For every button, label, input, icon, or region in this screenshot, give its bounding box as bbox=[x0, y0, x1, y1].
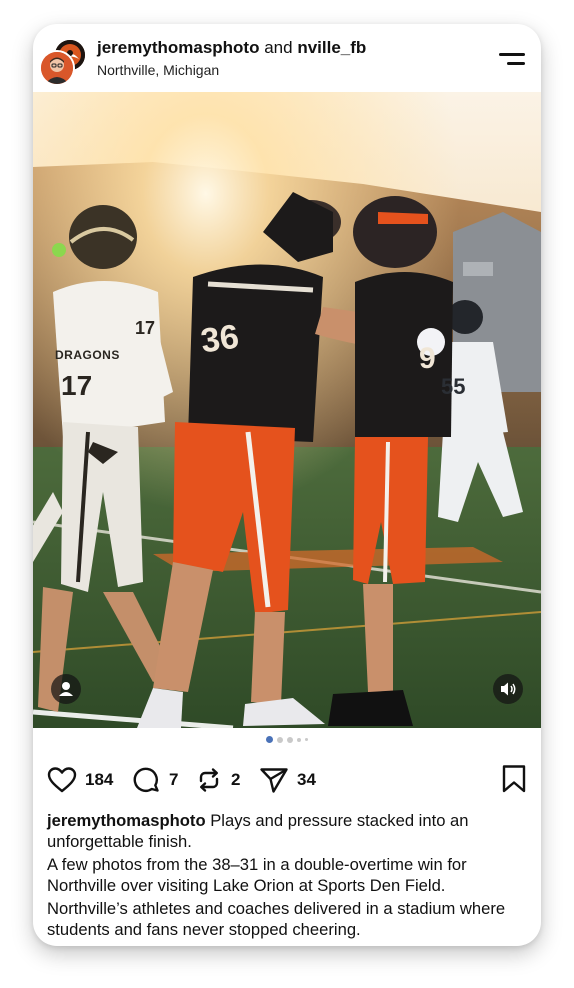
post-location[interactable]: Northville, Michigan bbox=[97, 62, 219, 78]
jersey-number-right: 9 bbox=[419, 342, 436, 375]
share-count[interactable]: 34 bbox=[297, 770, 316, 790]
carousel-dot-3[interactable] bbox=[287, 736, 293, 743]
carousel-dot-5[interactable] bbox=[305, 738, 308, 741]
repost-button[interactable]: 2 bbox=[195, 764, 240, 796]
menu-line-top bbox=[499, 53, 525, 56]
comment-button[interactable]: 7 bbox=[133, 764, 178, 796]
repost-count[interactable]: 2 bbox=[231, 770, 240, 790]
carousel-dot-4[interactable] bbox=[297, 737, 301, 742]
menu-icon[interactable] bbox=[497, 48, 525, 70]
post-header: jeremythomasphoto and nville_fb Northvil… bbox=[33, 24, 541, 92]
avatar-group[interactable] bbox=[39, 38, 87, 86]
post-authors: jeremythomasphoto and nville_fb bbox=[97, 38, 366, 58]
caption-line-1: jeremythomasphoto Plays and pressure sta… bbox=[47, 810, 531, 852]
speaker-icon[interactable] bbox=[493, 674, 523, 704]
jersey-number-left-shoulder: 17 bbox=[135, 318, 156, 338]
repost-icon bbox=[199, 768, 219, 792]
post-photo[interactable]: 17 17 DRAGONS 36 9 55 bbox=[33, 92, 541, 728]
caption-username[interactable]: jeremythomasphoto bbox=[47, 811, 206, 830]
like-button[interactable]: 184 bbox=[47, 764, 113, 796]
jersey-number-center: 36 bbox=[198, 317, 242, 361]
comment-count[interactable]: 7 bbox=[169, 770, 178, 790]
avatar-author[interactable] bbox=[39, 50, 75, 86]
send-icon bbox=[260, 768, 288, 793]
jersey-number-background: 55 bbox=[441, 374, 466, 399]
like-count[interactable]: 184 bbox=[85, 770, 113, 790]
jersey-team-text: DRAGONS bbox=[55, 348, 120, 362]
carousel-dot-1[interactable] bbox=[266, 736, 273, 743]
post-card: jeremythomasphoto and nville_fb Northvil… bbox=[33, 24, 541, 946]
bookmark-icon bbox=[502, 765, 526, 793]
carousel-indicator bbox=[33, 736, 541, 748]
jersey-number-left: 17 bbox=[61, 370, 93, 401]
carousel-dot-2[interactable] bbox=[277, 736, 283, 743]
menu-line-bottom bbox=[507, 62, 525, 65]
save-button[interactable] bbox=[501, 764, 527, 799]
caption-line-2: A few photos from the 38–31 in a double-… bbox=[47, 855, 467, 895]
collaborator-username[interactable]: nville_fb bbox=[297, 38, 366, 57]
post-caption: jeremythomasphoto Plays and pressure sta… bbox=[47, 810, 531, 942]
share-button[interactable]: 34 bbox=[259, 764, 316, 796]
heart-icon bbox=[47, 767, 77, 793]
comment-icon bbox=[133, 767, 159, 792]
and-text: and bbox=[264, 38, 293, 57]
author-username[interactable]: jeremythomasphoto bbox=[97, 38, 259, 57]
user-icon[interactable] bbox=[51, 674, 81, 704]
action-bar: 184 7 2 34 bbox=[47, 764, 527, 796]
caption-line-3: Northville’s athletes and coaches delive… bbox=[47, 899, 506, 939]
